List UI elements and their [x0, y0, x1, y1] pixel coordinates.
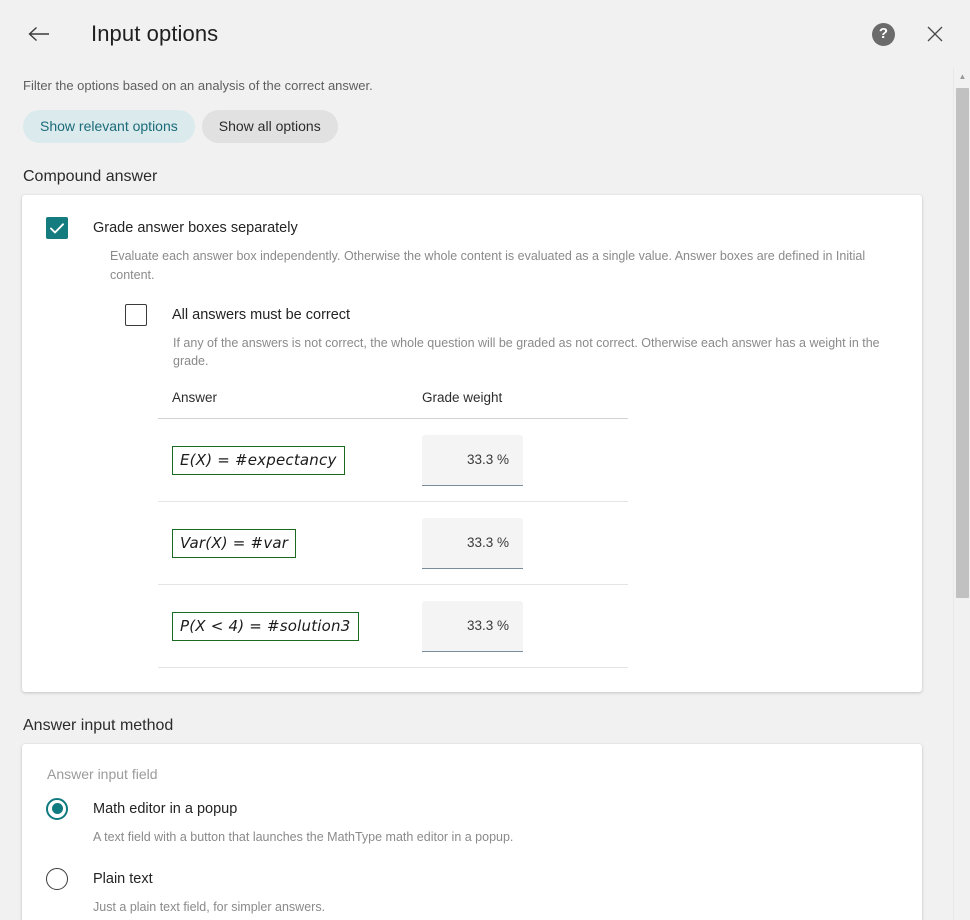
back-button[interactable]	[24, 19, 54, 49]
dialog-scroll-area[interactable]: Filter the options based on an analysis …	[0, 68, 970, 920]
page-title: Input options	[91, 21, 219, 46]
weight-cell	[418, 517, 523, 569]
all-correct-row[interactable]: All answers must be correct	[125, 303, 898, 326]
scrollbar-thumb[interactable]	[956, 88, 969, 598]
grade-weight-input[interactable]	[422, 600, 523, 652]
math-editor-radio[interactable]	[46, 797, 68, 820]
table-header-row: Answer Grade weight	[158, 390, 628, 419]
close-x-icon	[927, 26, 943, 42]
grade-separately-row[interactable]: Grade answer boxes separately	[46, 217, 898, 240]
table-row: E(X) = #expectancy	[158, 419, 628, 502]
answer-cell: P(X < 4) = #solution3	[158, 611, 418, 641]
grade-separately-checkbox[interactable]	[46, 217, 68, 240]
answer-input-method-card: Answer input field Math editor in a popu…	[22, 743, 922, 920]
compound-answer-section-title: Compound answer	[23, 168, 158, 186]
help-icon[interactable]: ?	[872, 22, 895, 46]
table-row: Var(X) = #var	[158, 502, 628, 585]
answer-cell: E(X) = #expectancy	[158, 445, 418, 475]
all-correct-label: All answers must be correct	[172, 306, 351, 323]
weight-cell	[418, 600, 523, 652]
table-row: P(X < 4) = #solution3	[158, 585, 628, 668]
all-correct-group: All answers must be correct If any of th…	[125, 303, 898, 370]
radio-dot-icon	[51, 803, 63, 815]
show-all-options-button[interactable]: Show all options	[201, 110, 338, 144]
column-header-grade-weight: Grade weight	[422, 389, 503, 405]
all-correct-description: If any of the answers is not correct, th…	[173, 335, 880, 368]
grade-separately-label: Grade answer boxes separately	[93, 220, 298, 237]
grade-separately-description: Evaluate each answer box independently. …	[110, 249, 866, 282]
filter-pill-group: Show relevant options Show all options	[22, 110, 922, 144]
answer-formula-box[interactable]: E(X) = #expectancy	[172, 445, 345, 475]
dialog-header: Input options ?	[0, 0, 970, 68]
compound-answer-card: Grade answer boxes separately Evaluate e…	[22, 195, 922, 692]
filter-intro-text: Filter the options based on an analysis …	[23, 78, 373, 93]
math-editor-description: A text field with a button that launches…	[93, 829, 514, 844]
all-answers-correct-checkbox[interactable]	[125, 303, 147, 326]
dialog-content: Filter the options based on an analysis …	[0, 68, 946, 920]
answer-formula-box[interactable]: Var(X) = #var	[172, 528, 297, 558]
column-header-answer: Answer	[172, 389, 218, 405]
plain-text-label: Plain text	[93, 871, 153, 888]
show-relevant-options-button[interactable]: Show relevant options	[23, 110, 195, 144]
answer-formula-box[interactable]: P(X < 4) = #solution3	[172, 611, 359, 641]
grade-weight-input[interactable]	[422, 434, 523, 486]
scroll-up-arrow-icon[interactable]: ▲	[954, 68, 970, 85]
math-editor-label: Math editor in a popup	[93, 800, 238, 817]
answer-weight-table: Answer Grade weight E(X) = #expectancy V…	[158, 390, 628, 668]
arrow-left-icon	[28, 26, 49, 42]
grade-weight-input[interactable]	[422, 517, 523, 569]
checkmark-icon	[50, 223, 64, 234]
plain-text-radio-row[interactable]: Plain text	[46, 868, 898, 891]
weight-cell	[418, 434, 523, 486]
math-editor-radio-row[interactable]: Math editor in a popup	[46, 797, 898, 820]
close-icon[interactable]	[922, 21, 948, 47]
header-actions: ?	[872, 21, 948, 47]
answer-input-field-label: Answer input field	[47, 765, 158, 782]
answer-input-method-section-title: Answer input method	[23, 716, 174, 734]
vertical-scrollbar[interactable]: ▲	[953, 68, 970, 920]
plain-text-description: Just a plain text field, for simpler ans…	[93, 900, 326, 915]
answer-cell: Var(X) = #var	[158, 528, 418, 558]
plain-text-radio[interactable]	[46, 868, 68, 891]
